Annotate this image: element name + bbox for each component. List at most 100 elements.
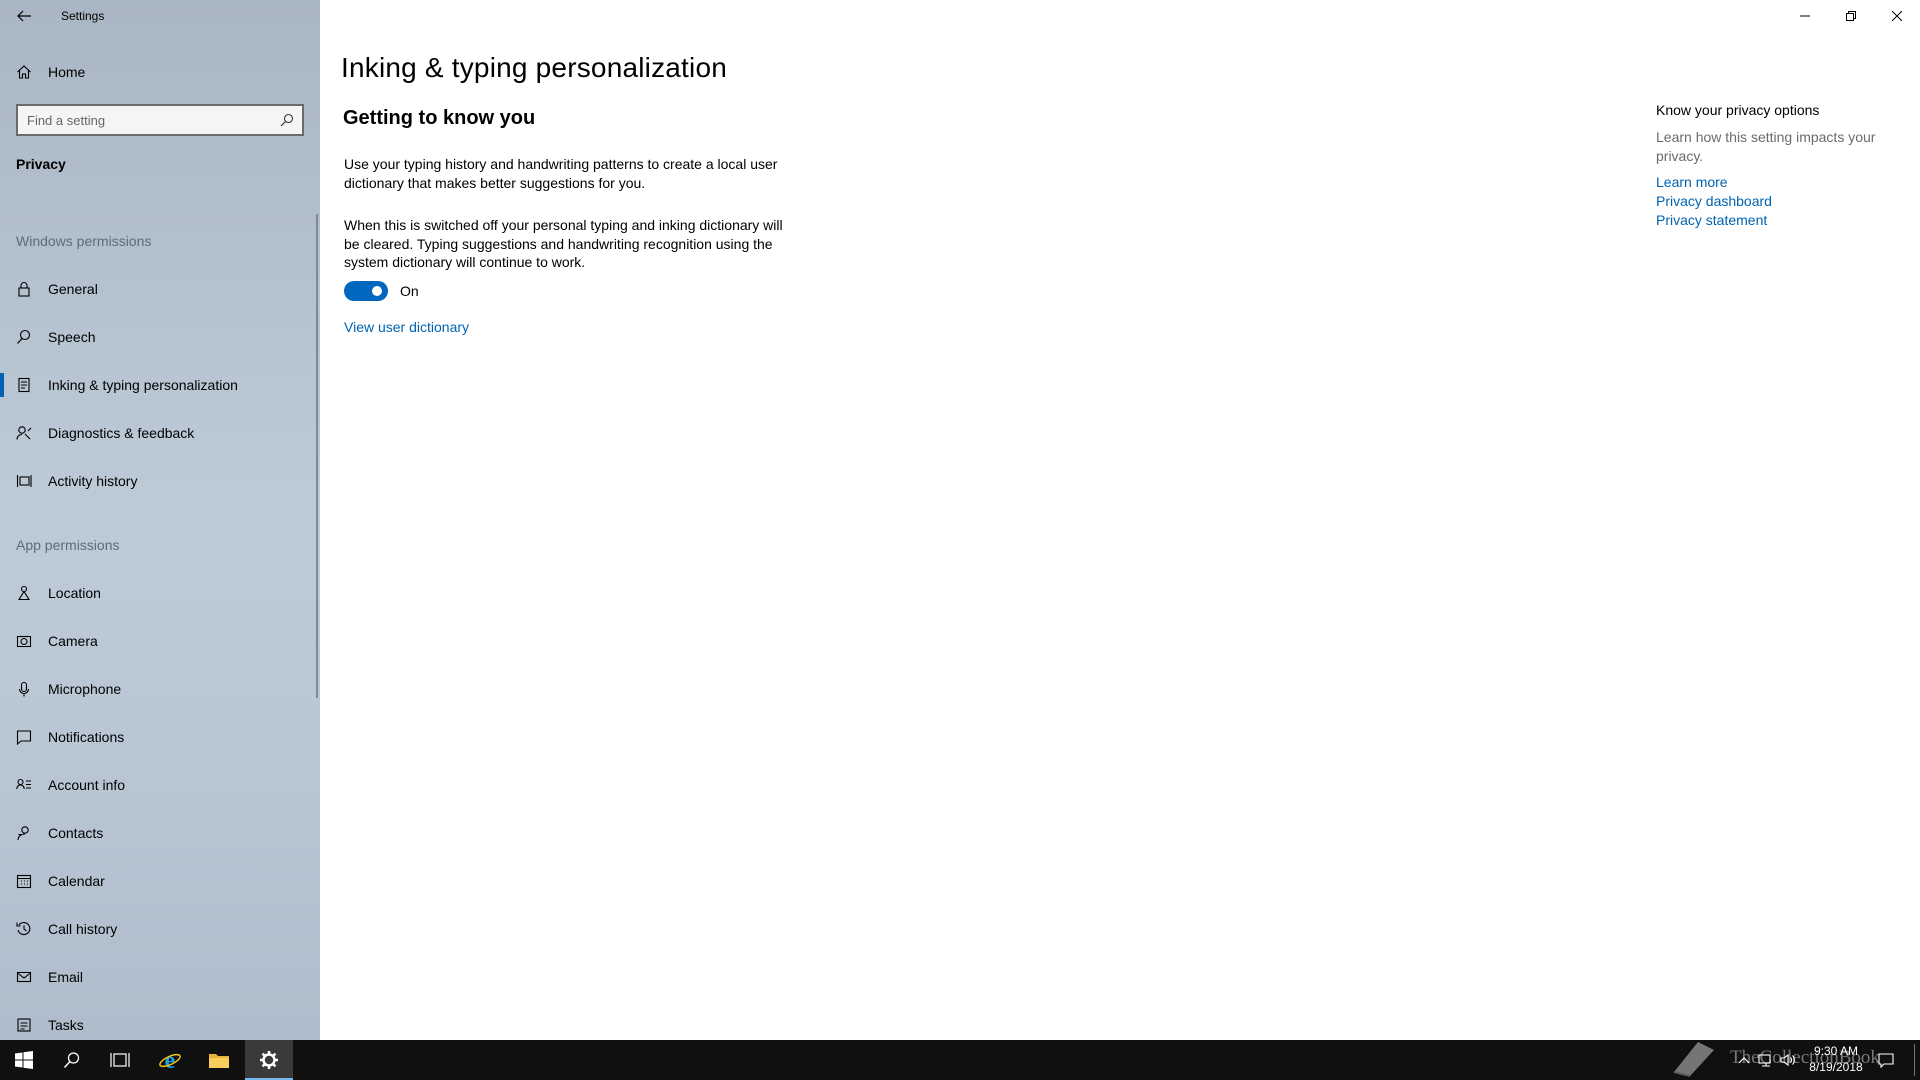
taskbar-search-button[interactable] <box>48 1040 96 1080</box>
taskbar: e TheCollectionBook 9:30 AM 8/19/2018 <box>0 1040 1920 1080</box>
sidebar-item-speech[interactable]: Speech <box>0 313 320 361</box>
sidebar-item-label: General <box>48 281 98 297</box>
calendar-icon <box>0 857 48 905</box>
call-history-icon <box>0 905 48 953</box>
search-input[interactable] <box>18 112 272 128</box>
sidebar-item-activity-history[interactable]: Activity history <box>0 457 320 505</box>
category-heading: Privacy <box>16 156 66 172</box>
tray-overflow-button[interactable] <box>1734 1050 1754 1070</box>
sidebar-scrollbar[interactable] <box>316 214 318 698</box>
lock-icon <box>0 265 48 313</box>
sidebar-item-calendar[interactable]: Calendar <box>0 857 320 905</box>
privacy-statement-link[interactable]: Privacy statement <box>1656 211 1896 230</box>
search-icon[interactable] <box>272 106 302 134</box>
task-view-icon <box>110 1053 130 1067</box>
sidebar-item-label: Inking & typing personalization <box>48 377 238 393</box>
sidebar-item-label: Activity history <box>48 473 138 489</box>
minimize-button[interactable] <box>1782 0 1828 32</box>
volume-icon <box>1780 1053 1795 1067</box>
toggle-state-label: On <box>400 283 419 299</box>
app-title: Settings <box>61 9 105 23</box>
sidebar-item-account-info[interactable]: Account info <box>0 761 320 809</box>
privacy-dashboard-link[interactable]: Privacy dashboard <box>1656 192 1896 211</box>
learn-more-link[interactable]: Learn more <box>1656 173 1896 192</box>
back-button[interactable] <box>0 0 48 32</box>
windows-start-icon <box>15 1051 33 1069</box>
nav-home-label: Home <box>48 64 86 80</box>
internet-explorer-icon: e <box>159 1048 181 1072</box>
taskbar-clock[interactable]: 9:30 AM 8/19/2018 <box>1800 1043 1872 1075</box>
sidebar-item-diagnostics[interactable]: Diagnostics & feedback <box>0 409 320 457</box>
tasks-icon <box>0 1001 48 1040</box>
sidebar-item-tasks[interactable]: Tasks <box>0 1001 320 1040</box>
sidebar-item-notifications[interactable]: Notifications <box>0 713 320 761</box>
restore-icon <box>1846 11 1856 21</box>
sidebar-item-label: Email <box>48 969 84 985</box>
sidebar-item-label: Contacts <box>48 825 104 841</box>
sidebar-item-general[interactable]: General <box>0 265 320 313</box>
sidebar-item-contacts[interactable]: Contacts <box>0 809 320 857</box>
internet-explorer-button[interactable]: e <box>146 1040 194 1080</box>
email-icon <box>0 953 48 1001</box>
settings-taskbar-button[interactable] <box>245 1040 293 1080</box>
view-user-dictionary-link[interactable]: View user dictionary <box>344 319 469 335</box>
file-explorer-button[interactable] <box>195 1040 243 1080</box>
sidebar-item-label: Tasks <box>48 1017 84 1033</box>
svg-text:e: e <box>165 1048 176 1072</box>
sidebar-item-label: Speech <box>48 329 96 345</box>
close-icon <box>1892 11 1902 21</box>
microphone-icon <box>0 665 48 713</box>
clock-time: 9:30 AM <box>1813 1044 1859 1058</box>
sidebar-item-label: Notifications <box>48 729 125 745</box>
start-button[interactable] <box>0 1040 48 1080</box>
show-desktop-button[interactable] <box>1914 1044 1915 1076</box>
privacy-options-description: Learn how this setting impacts your priv… <box>1656 129 1876 164</box>
sidebar-item-camera[interactable]: Camera <box>0 617 320 665</box>
minimize-icon <box>1800 15 1810 17</box>
section-title: Getting to know you <box>343 107 536 129</box>
switch-note-text: When this is switched off your personal … <box>344 217 783 270</box>
feedback-icon <box>0 409 48 457</box>
volume-button[interactable] <box>1778 1050 1798 1070</box>
file-explorer-icon <box>209 1054 229 1068</box>
sidebar-item-inking-typing[interactable]: Inking & typing personalization <box>0 361 320 409</box>
search-icon <box>63 1052 80 1069</box>
privacy-options-panel: Know your privacy options Learn how this… <box>1656 102 1896 230</box>
nav-home[interactable]: Home <box>0 48 320 96</box>
account-info-icon <box>0 761 48 809</box>
task-view-button[interactable] <box>96 1040 144 1080</box>
sidebar-item-microphone[interactable]: Microphone <box>0 665 320 713</box>
description-text: Use your typing history and handwriting … <box>344 156 778 191</box>
sidebar-item-label: Account info <box>48 777 126 793</box>
restore-button[interactable] <box>1828 0 1874 32</box>
sidebar-item-label: Camera <box>48 633 98 649</box>
book-icon <box>1673 1042 1714 1077</box>
speech-icon <box>0 313 48 361</box>
sidebar-item-label: Location <box>48 585 101 601</box>
sidebar-item-label: Calendar <box>48 873 105 889</box>
sidebar: Settings Home Privacy Windows permission… <box>0 0 320 1040</box>
app-permissions-header: App permissions <box>16 537 120 553</box>
network-icon <box>1758 1054 1771 1067</box>
settings-gear-icon <box>260 1051 278 1069</box>
sidebar-item-label: Diagnostics & feedback <box>48 425 195 441</box>
sidebar-item-email[interactable]: Email <box>0 953 320 1001</box>
camera-icon <box>0 617 48 665</box>
network-button[interactable] <box>1756 1050 1776 1070</box>
activity-icon <box>0 457 48 505</box>
close-button[interactable] <box>1874 0 1920 32</box>
contacts-icon <box>0 809 48 857</box>
sidebar-item-label: Call history <box>48 921 118 937</box>
search-box[interactable] <box>16 104 304 136</box>
location-icon <box>0 569 48 617</box>
action-center-button[interactable] <box>1876 1050 1896 1070</box>
privacy-options-title: Know your privacy options <box>1656 102 1820 118</box>
sidebar-item-location[interactable]: Location <box>0 569 320 617</box>
windows-permissions-header: Windows permissions <box>16 233 152 249</box>
inking-icon <box>0 361 48 409</box>
action-center-icon <box>1878 1053 1894 1068</box>
notifications-icon <box>0 713 48 761</box>
personalization-toggle[interactable] <box>344 281 388 301</box>
back-arrow-icon <box>17 10 31 22</box>
sidebar-item-call-history[interactable]: Call history <box>0 905 320 953</box>
